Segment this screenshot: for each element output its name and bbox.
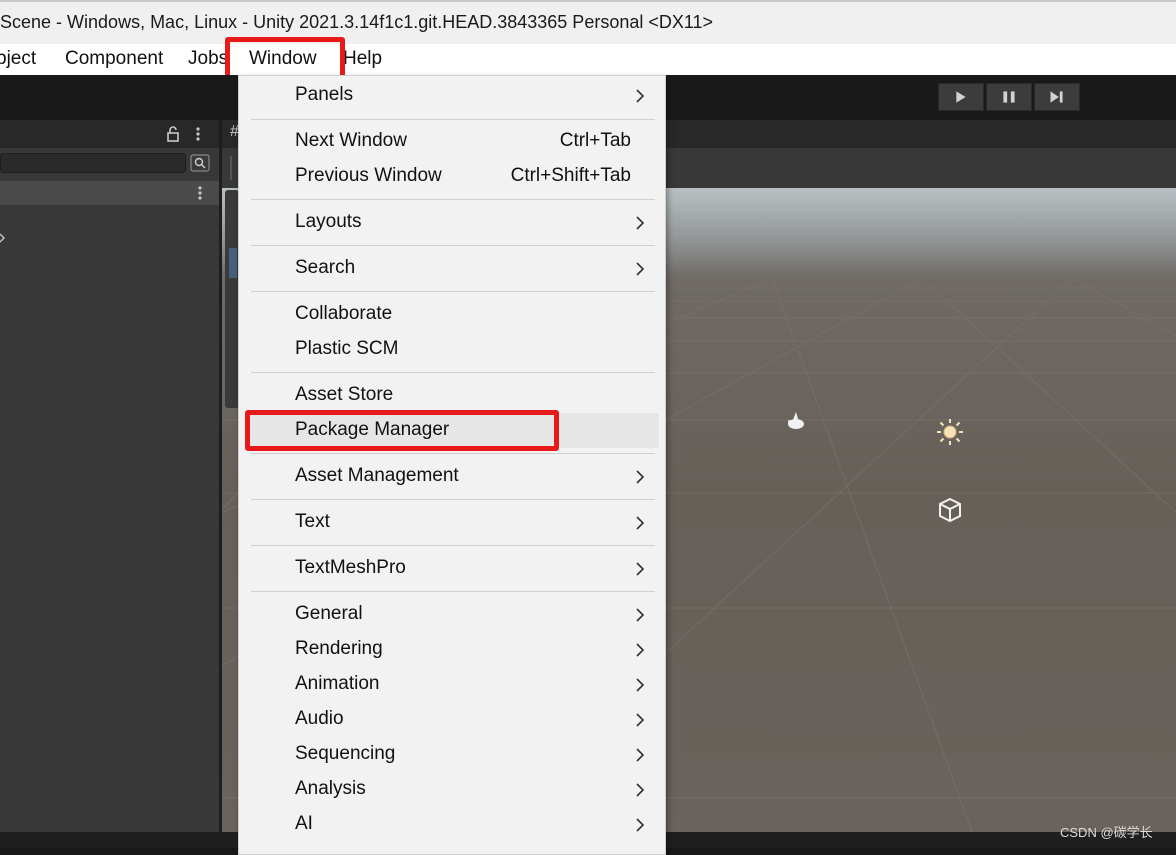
shortcut-previous-window: Ctrl+Shift+Tab — [510, 165, 631, 186]
step-button[interactable] — [1034, 83, 1080, 111]
submenu-arrow-icon — [635, 516, 645, 530]
menu-separator — [251, 199, 655, 200]
menu-gameobject[interactable]: bject — [0, 48, 36, 70]
menu-item-asset-store[interactable]: Asset Store — [295, 384, 393, 406]
pause-icon — [1003, 91, 1015, 103]
submenu-arrow-icon — [635, 470, 645, 484]
window-title-bar: leScene - Windows, Mac, Linux - Unity 20… — [0, 0, 1176, 44]
menu-separator — [251, 372, 655, 373]
scene-options-icon[interactable] — [196, 185, 204, 201]
menu-item-ai[interactable]: AI — [295, 813, 313, 835]
cube-icon[interactable] — [937, 497, 963, 523]
menu-separator — [251, 245, 655, 246]
menu-help[interactable]: Help — [343, 48, 382, 70]
menu-separator — [251, 499, 655, 500]
menu-separator — [251, 291, 655, 292]
lock-icon[interactable] — [166, 126, 180, 142]
submenu-arrow-icon — [635, 89, 645, 103]
hierarchy-panel — [0, 120, 219, 832]
package-manager-highlight — [245, 410, 559, 451]
pause-button[interactable] — [986, 83, 1032, 111]
menu-separator — [251, 545, 655, 546]
toolbar-grip — [230, 156, 232, 180]
hierarchy-tab-bar — [0, 120, 219, 148]
submenu-arrow-icon — [635, 216, 645, 230]
menu-item-animation[interactable]: Animation — [295, 673, 380, 695]
menu-item-text[interactable]: Text — [295, 511, 330, 533]
menu-separator — [251, 119, 655, 120]
menu-item-previous-window[interactable]: Previous Window — [295, 165, 442, 187]
menu-item-analysis[interactable]: Analysis — [295, 778, 366, 800]
menu-item-sequencing[interactable]: Sequencing — [295, 743, 395, 765]
window-title: leScene - Windows, Mac, Linux - Unity 20… — [0, 12, 714, 32]
menu-bar: bject Component Jobs Window Help — [0, 44, 1176, 75]
submenu-arrow-icon — [635, 713, 645, 727]
menu-item-textmeshpro[interactable]: TextMeshPro — [295, 557, 406, 579]
submenu-arrow-icon — [635, 608, 645, 622]
submenu-arrow-icon — [635, 783, 645, 797]
menu-item-general[interactable]: General — [295, 603, 363, 625]
more-options-icon[interactable] — [194, 126, 202, 142]
submenu-arrow-icon — [635, 262, 645, 276]
menu-item-next-window[interactable]: Next Window — [295, 130, 407, 152]
hierarchy-expand-icon[interactable] — [0, 232, 6, 244]
menu-item-rendering[interactable]: Rendering — [295, 638, 383, 660]
submenu-arrow-icon — [635, 562, 645, 576]
window-dropdown-menu: Panels Next Window Ctrl+Tab Previous Win… — [238, 75, 666, 855]
submenu-arrow-icon — [635, 678, 645, 692]
scene-tool-strip[interactable] — [225, 190, 239, 408]
submenu-arrow-icon — [635, 748, 645, 762]
menu-item-asset-management[interactable]: Asset Management — [295, 465, 459, 487]
audio-source-icon[interactable] — [784, 410, 808, 432]
search-filter-icon[interactable] — [190, 154, 210, 172]
menu-separator — [251, 591, 655, 592]
menu-item-layouts[interactable]: Layouts — [295, 211, 362, 233]
hierarchy-scene-row[interactable] — [0, 181, 219, 205]
submenu-arrow-icon — [635, 643, 645, 657]
shortcut-next-window: Ctrl+Tab — [559, 130, 631, 151]
menu-item-panels[interactable]: Panels — [295, 84, 353, 106]
light-icon[interactable] — [936, 418, 964, 446]
submenu-arrow-icon — [635, 818, 645, 832]
play-button[interactable] — [938, 83, 984, 111]
menu-item-audio[interactable]: Audio — [295, 708, 344, 730]
active-tool[interactable] — [229, 248, 237, 278]
watermark: CSDN @碳学长 — [1060, 825, 1153, 840]
play-icon — [956, 91, 966, 103]
step-icon — [1050, 91, 1063, 103]
menu-component[interactable]: Component — [65, 48, 163, 70]
menu-separator — [251, 453, 655, 454]
menu-item-collaborate[interactable]: Collaborate — [295, 303, 392, 325]
menu-item-plastic-scm[interactable]: Plastic SCM — [295, 338, 398, 360]
menu-jobs[interactable]: Jobs — [188, 48, 228, 70]
menu-item-search[interactable]: Search — [295, 257, 355, 279]
hierarchy-search-input[interactable] — [0, 153, 186, 173]
